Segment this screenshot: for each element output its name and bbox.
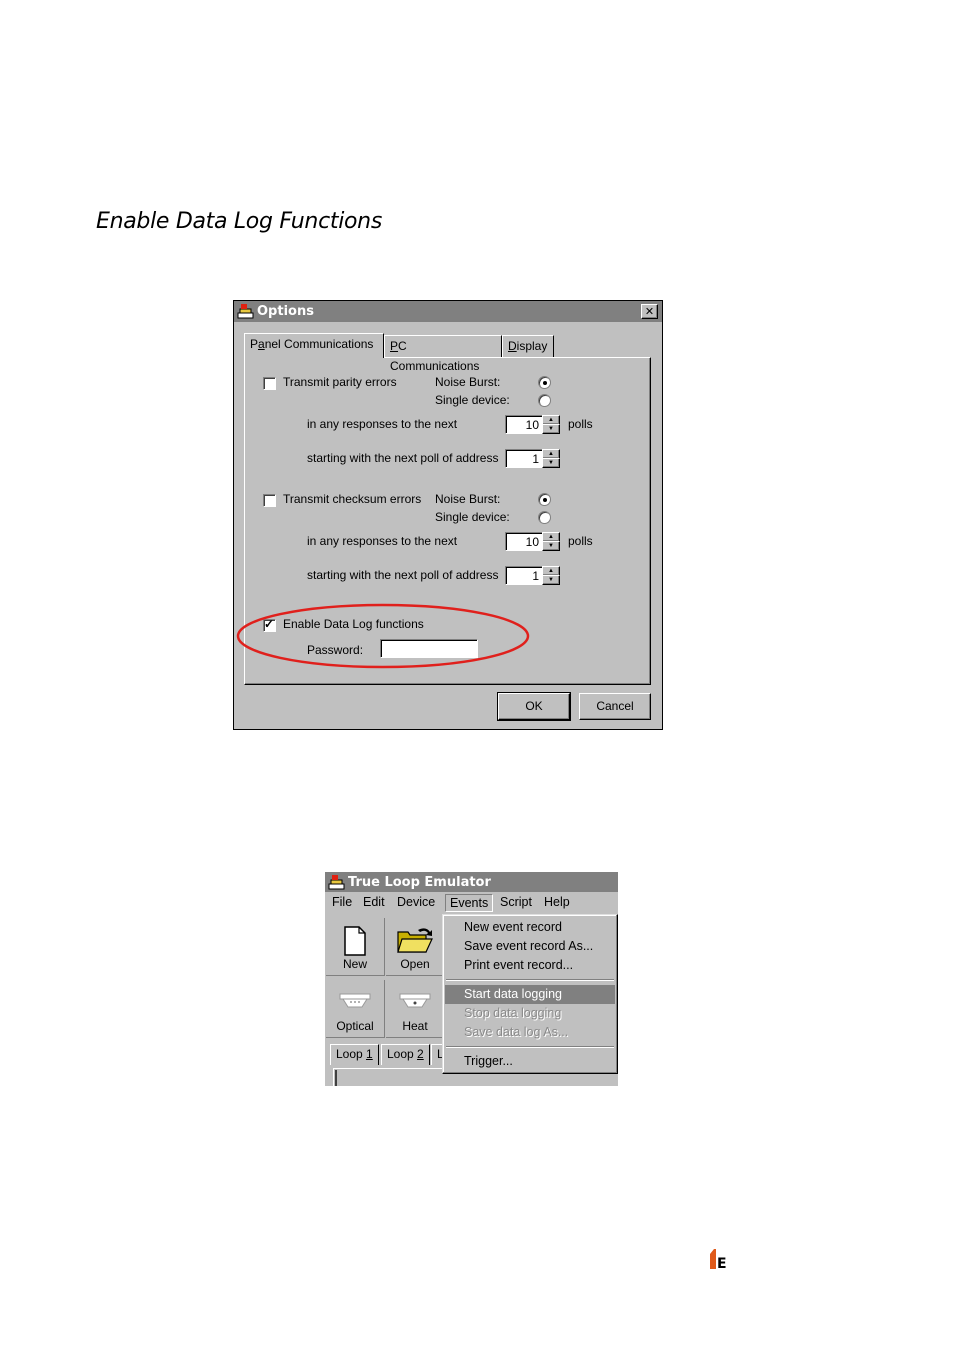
menu-item-save-data-log: Save data log As...	[464, 1025, 569, 1039]
menu-item-new-event-record[interactable]: New event record	[445, 918, 615, 937]
tab-display[interactable]: Display	[502, 335, 554, 357]
checksum-single-device-radio[interactable]	[538, 511, 551, 524]
optical-detector-icon	[339, 993, 371, 1008]
options-title-bar: Options ✕	[234, 301, 662, 322]
open-button[interactable]: Open	[386, 918, 445, 976]
app-icon	[328, 875, 345, 890]
menu-item-print-event-record[interactable]: Print event record...	[445, 956, 615, 975]
heat-button[interactable]: Heat	[386, 980, 445, 1038]
tab-loop-1[interactable]: Loop 1	[330, 1044, 379, 1065]
menu-item-trigger[interactable]: Trigger...	[445, 1052, 615, 1071]
parity-polls-label: polls	[568, 417, 593, 431]
checksum-address-label: starting with the next poll of address	[307, 568, 499, 582]
open-folder-icon	[397, 928, 433, 953]
close-button[interactable]: ✕	[641, 304, 658, 319]
menu-item-stop-data-logging: Stop data logging	[464, 1006, 562, 1020]
emulator-title: True Loop Emulator	[348, 875, 491, 890]
spin-down-icon[interactable]: ▼	[542, 541, 560, 551]
cancel-button[interactable]: Cancel	[579, 693, 651, 720]
events-menu: New event record Save event record As...…	[442, 914, 618, 1074]
parity-responses-label: in any responses to the next	[307, 417, 458, 431]
menu-script[interactable]: Script	[500, 895, 532, 909]
options-title: Options	[257, 304, 314, 319]
checksum-responses-label: in any responses to the next	[307, 534, 458, 548]
new-document-icon	[344, 926, 366, 956]
menu-events[interactable]: Events	[445, 894, 494, 912]
heat-detector-icon	[399, 993, 431, 1008]
checksum-polls-label: polls	[568, 534, 593, 548]
spin-down-icon[interactable]: ▼	[542, 424, 560, 434]
tab-pc-communications[interactable]: PC Communications	[384, 335, 502, 373]
checksum-noise-burst-radio[interactable]	[538, 493, 551, 506]
checksum-single-device-label: Single device:	[435, 510, 510, 524]
parity-single-device-radio[interactable]	[538, 394, 551, 407]
parity-single-device-label: Single device:	[435, 393, 510, 407]
menu-edit[interactable]: Edit	[363, 895, 385, 909]
menu-item-save-event-record[interactable]: Save event record As...	[445, 937, 615, 956]
menu-bar: File Edit Device Events Script Help	[325, 892, 618, 914]
menu-item-start-data-logging[interactable]: Start data logging	[445, 985, 615, 1004]
optical-button[interactable]: Optical	[326, 980, 385, 1038]
company-logo: E	[710, 1249, 727, 1270]
emulator-window: True Loop Emulator File Edit Device Even…	[325, 872, 618, 1087]
app-icon	[237, 304, 254, 319]
menu-separator	[446, 1046, 614, 1048]
parity-address-label: starting with the next poll of address	[307, 451, 499, 465]
highlight-ellipse	[236, 603, 530, 669]
spin-down-icon[interactable]: ▼	[542, 458, 560, 468]
section-heading: Enable Data Log Functions	[96, 209, 382, 234]
parity-checkbox[interactable]	[263, 377, 276, 390]
parity-noise-burst-label: Noise Burst:	[435, 375, 501, 389]
menu-separator	[446, 979, 614, 981]
new-button[interactable]: New	[326, 918, 385, 976]
tab-loop-2[interactable]: Loop 2	[381, 1044, 430, 1065]
emulator-title-bar: True Loop Emulator	[325, 872, 618, 892]
menu-help[interactable]: Help	[544, 895, 570, 909]
menu-device[interactable]: Device	[397, 895, 435, 909]
parity-noise-burst-radio[interactable]	[538, 376, 551, 389]
checksum-checkbox[interactable]	[263, 494, 276, 507]
checksum-label: Transmit checksum errors	[283, 492, 422, 506]
tab-panel-communications[interactable]: Panel Communications	[244, 333, 384, 358]
parity-label: Transmit parity errors	[283, 375, 397, 389]
close-icon: ✕	[644, 305, 655, 318]
menu-file[interactable]: File	[332, 895, 352, 909]
options-dialog: Options ✕ Panel Communications PC Commun…	[233, 300, 663, 730]
spin-down-icon[interactable]: ▼	[542, 575, 560, 585]
svg-text:E: E	[717, 1256, 727, 1270]
checksum-noise-burst-label: Noise Burst:	[435, 492, 501, 506]
ok-button[interactable]: OK	[497, 692, 571, 721]
